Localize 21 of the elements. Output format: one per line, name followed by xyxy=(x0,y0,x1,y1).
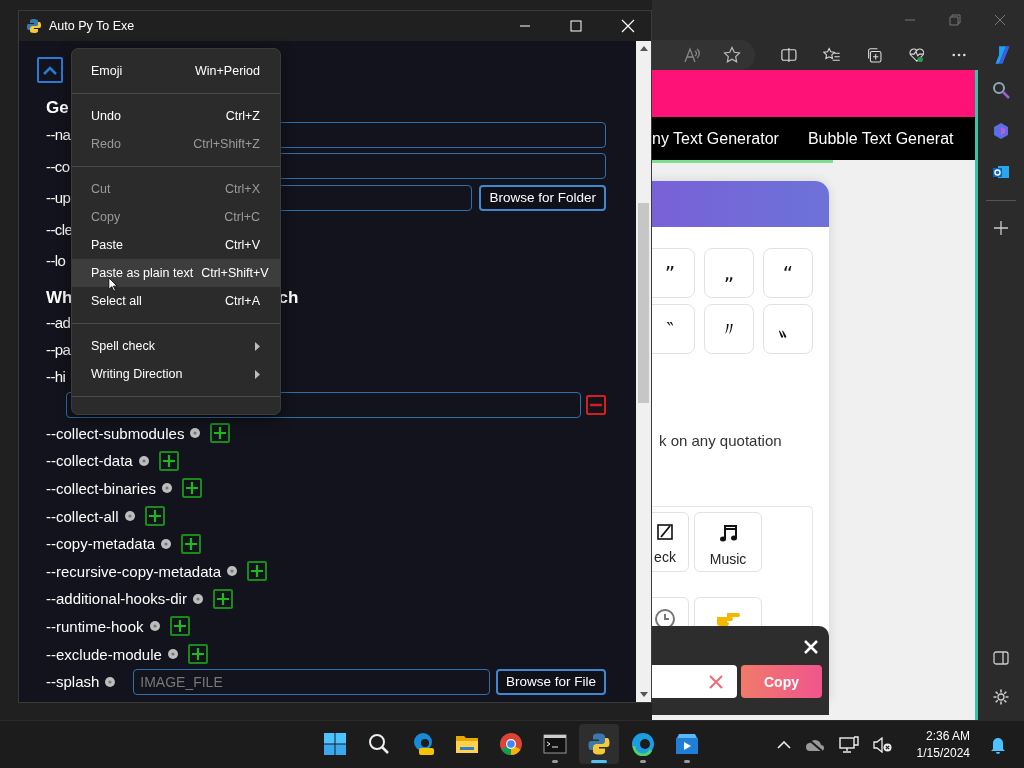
option-label: --collect-binaries xyxy=(46,480,157,497)
option-label: --copy-metadata xyxy=(46,535,156,553)
instruction-text: k on any quotation xyxy=(658,431,783,449)
option-label: --collect-submodules xyxy=(46,424,185,442)
option-label: --additional-hooks-dir xyxy=(46,590,187,608)
option-label: --collect-data xyxy=(46,452,133,470)
option-label: --lo xyxy=(46,252,66,270)
section-heading: Ge xyxy=(46,97,69,119)
option-label: --ad xyxy=(46,313,71,331)
option-label: --collect-all xyxy=(46,507,119,525)
window-title: Auto Py To Exe xyxy=(49,19,135,33)
option-label: --na xyxy=(46,126,71,144)
section-heading: Wh xyxy=(46,286,73,309)
option-label: --hi xyxy=(46,367,66,385)
option-label: --up xyxy=(46,189,71,207)
option-label: --runtime-hook xyxy=(46,617,144,635)
option-label: --recursive-copy-metadata xyxy=(46,562,222,580)
option-label: --co xyxy=(46,157,70,175)
option-label: --pa xyxy=(46,340,71,358)
option-label: --splash xyxy=(46,673,100,691)
option-label: --exclude-module xyxy=(46,645,162,663)
